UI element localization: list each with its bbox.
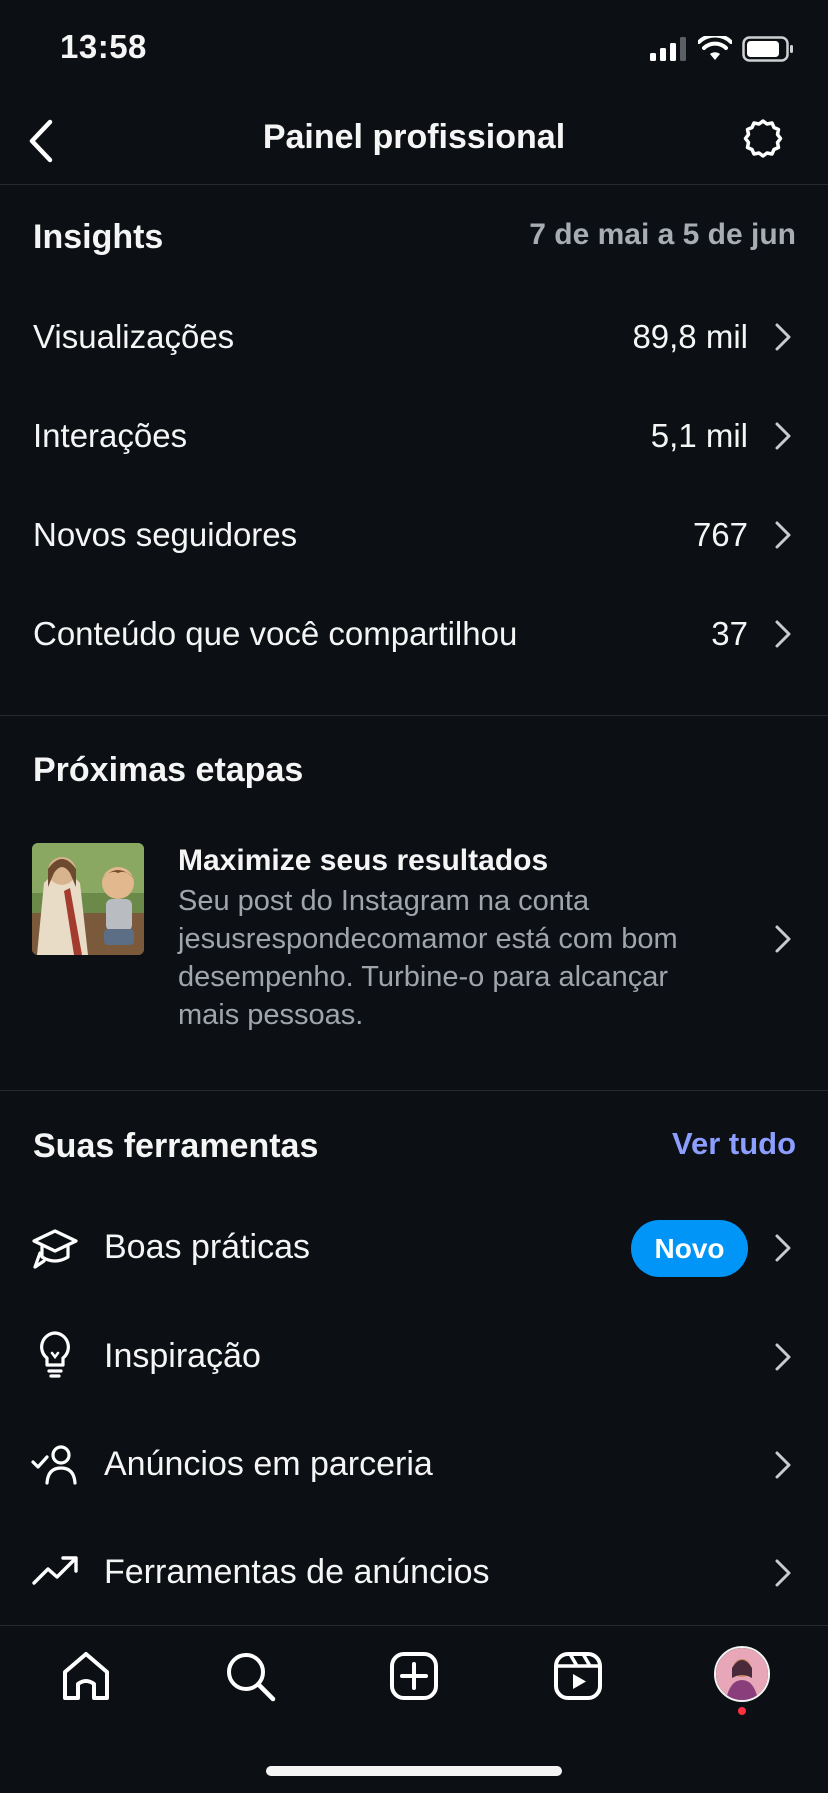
search-tab[interactable] xyxy=(222,1648,278,1704)
notification-dot xyxy=(738,1707,746,1715)
insights-row-interactions[interactable]: Interações 5,1 mil xyxy=(0,391,828,481)
header-divider xyxy=(0,184,828,185)
row-value: 37 xyxy=(711,615,748,652)
new-badge: Novo xyxy=(631,1220,748,1277)
page-title: Painel profissional xyxy=(262,118,566,156)
chevron-right-icon xyxy=(775,620,791,648)
chevron-right-icon xyxy=(775,323,791,351)
wifi-icon xyxy=(698,36,732,60)
tool-label: Inspiração xyxy=(104,1337,261,1375)
home-indicator[interactable] xyxy=(266,1766,562,1776)
next-steps-title: Próximas etapas xyxy=(33,751,304,789)
row-label: Visualizações xyxy=(33,318,235,355)
chevron-right-icon xyxy=(775,1451,791,1479)
row-value: 767 xyxy=(692,516,748,553)
insights-title: Insights xyxy=(33,218,164,256)
home-icon xyxy=(63,1652,109,1700)
chevron-right-icon xyxy=(775,1559,791,1587)
insights-row-content-shared[interactable]: Conteúdo que você compartilhou 37 xyxy=(0,589,828,679)
tool-label: Boas práticas xyxy=(104,1228,310,1266)
tool-label: Ferramentas de anúncios xyxy=(104,1553,490,1591)
graduation-cap-icon xyxy=(32,1229,78,1269)
gear-icon xyxy=(743,119,783,158)
create-tab[interactable] xyxy=(386,1648,442,1704)
chevron-right-icon xyxy=(775,925,791,953)
next-step-description: Seu post do Instagram na conta jesusresp… xyxy=(178,885,678,1031)
home-tab[interactable] xyxy=(58,1648,114,1704)
insights-row-views[interactable]: Visualizações 89,8 mil xyxy=(0,292,828,382)
insights-row-new-followers[interactable]: Novos seguidores 767 xyxy=(0,490,828,580)
create-icon xyxy=(390,1652,438,1700)
chevron-right-icon xyxy=(775,521,791,549)
see-all-link[interactable]: Ver tudo xyxy=(672,1126,796,1162)
tools-title: Suas ferramentas xyxy=(33,1127,319,1165)
tool-label: Anúncios em parceria xyxy=(104,1445,433,1483)
reels-icon xyxy=(554,1652,602,1700)
row-value: 89,8 mil xyxy=(632,318,748,355)
status-icons xyxy=(650,36,794,62)
row-label: Novos seguidores xyxy=(33,516,298,553)
row-label: Interações xyxy=(33,417,188,454)
date-range[interactable]: 7 de mai a 5 de jun xyxy=(529,218,796,252)
trending-up-icon xyxy=(32,1556,78,1585)
person-check-icon xyxy=(31,1445,77,1485)
row-value: 5,1 mil xyxy=(650,417,748,454)
section-divider xyxy=(0,715,828,716)
status-time: 13:58 xyxy=(60,28,147,65)
row-label: Conteúdo que você compartilhou xyxy=(33,615,518,652)
post-thumbnail xyxy=(32,843,144,955)
chevron-right-icon xyxy=(775,422,791,450)
profile-avatar[interactable] xyxy=(714,1646,770,1702)
next-step-title: Maximize seus resultados xyxy=(178,844,549,877)
battery-icon xyxy=(742,36,793,62)
settings-button[interactable] xyxy=(740,118,786,164)
section-divider xyxy=(0,1090,828,1091)
reels-tab[interactable] xyxy=(550,1648,606,1704)
chevron-right-icon xyxy=(775,1343,791,1371)
chevron-right-icon xyxy=(775,1234,791,1262)
lightbulb-icon xyxy=(40,1331,70,1378)
tool-row-ad-tools[interactable]: Ferramentas de anúncios xyxy=(0,1523,828,1623)
search-icon xyxy=(227,1653,276,1702)
cellular-signal-icon xyxy=(650,37,686,61)
tool-row-partnership-ads[interactable]: Anúncios em parceria xyxy=(0,1415,828,1515)
tool-row-inspiration[interactable]: Inspiração xyxy=(0,1307,828,1407)
